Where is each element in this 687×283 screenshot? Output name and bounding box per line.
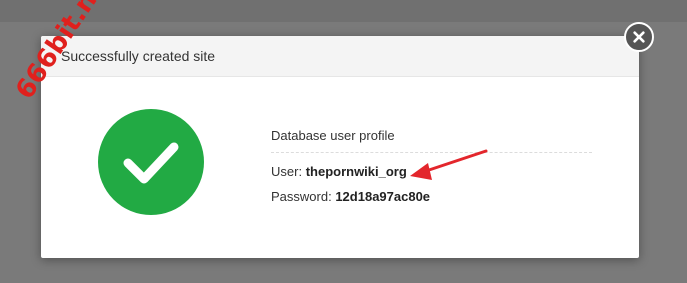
db-user-row: User: thepornwiki_org: [271, 164, 592, 179]
db-user-value: thepornwiki_org: [305, 164, 407, 179]
dialog-header: Successfully created site: [41, 36, 639, 77]
db-profile-panel: Database user profile User: thepornwiki_…: [271, 128, 592, 204]
success-dialog: Successfully created site Database user …: [41, 36, 639, 258]
db-profile-heading: Database user profile: [271, 128, 592, 153]
db-password-row: Password: 12d18a97ac80e: [271, 189, 592, 204]
db-user-label: User:: [271, 164, 303, 179]
db-password-value: 12d18a97ac80e: [335, 189, 431, 204]
dialog-title: Successfully created site: [61, 48, 216, 64]
checkmark-circle-icon: [98, 109, 204, 215]
close-icon[interactable]: [624, 22, 654, 52]
db-password-label: Password:: [271, 189, 332, 204]
